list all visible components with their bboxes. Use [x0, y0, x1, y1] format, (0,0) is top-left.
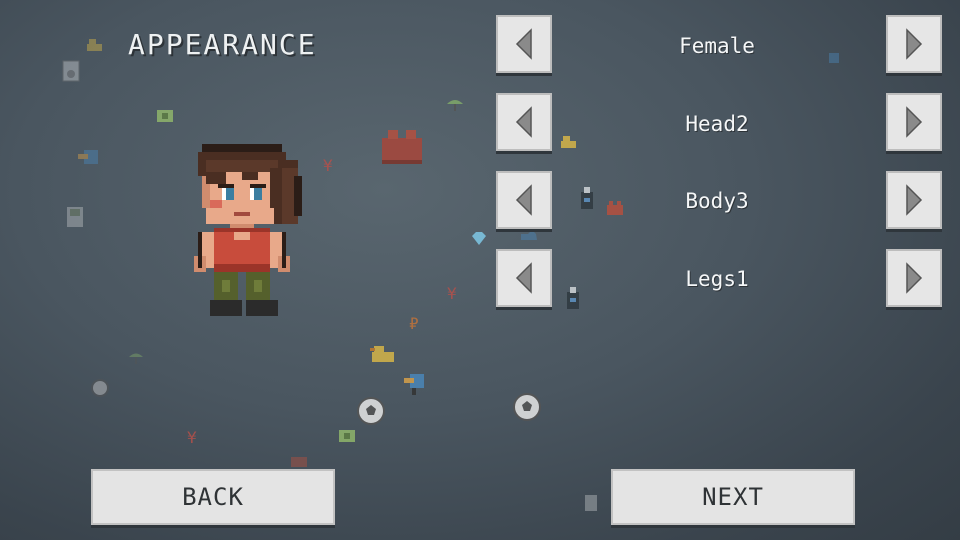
legs-next-button[interactable] — [886, 249, 942, 307]
character-avatar — [194, 144, 302, 316]
soccer-ball-icon — [513, 393, 541, 421]
back-button[interactable]: BACK — [91, 469, 335, 525]
triangle-right-icon — [906, 28, 923, 60]
ruble-sign-icon: ₽ — [409, 314, 419, 332]
page-title: APPEARANCE — [128, 28, 317, 61]
body-next-button[interactable] — [886, 171, 942, 229]
soccer-ball-icon — [91, 379, 109, 397]
diamond-icon — [472, 232, 486, 245]
svg-text:¥: ¥ — [323, 156, 333, 174]
svg-text:¥: ¥ — [447, 284, 457, 302]
lego-brick-icon — [382, 130, 422, 164]
banknote-icon — [157, 110, 173, 122]
gender-prev-button[interactable] — [496, 15, 552, 73]
ipod-icon — [62, 60, 80, 82]
yen-sign-icon: ¥ — [447, 284, 457, 302]
yen-sign-icon: ¥ — [323, 156, 333, 174]
next-button[interactable]: NEXT — [611, 469, 855, 525]
soccer-ball-icon — [357, 397, 385, 425]
triangle-right-icon — [906, 184, 923, 216]
triangle-right-icon — [906, 106, 923, 138]
head-next-button[interactable] — [886, 93, 942, 151]
head-prev-button[interactable] — [496, 93, 552, 151]
svg-text:₽: ₽ — [409, 314, 419, 332]
handheld-console-icon — [67, 207, 83, 227]
triangle-left-icon — [515, 28, 532, 60]
rubber-duck-icon — [370, 346, 394, 362]
gender-next-button[interactable] — [886, 15, 942, 73]
triangle-right-icon — [906, 262, 923, 294]
banknote-icon — [339, 430, 355, 442]
triangle-left-icon — [515, 106, 532, 138]
umbrella-icon — [129, 353, 143, 364]
body-value: Body3 — [685, 189, 749, 213]
svg-text:¥: ¥ — [187, 428, 197, 446]
lego-brick-icon — [291, 457, 307, 467]
triangle-left-icon — [515, 262, 532, 294]
bird-figure-icon — [78, 150, 98, 164]
legs-value: Legs1 — [685, 267, 749, 291]
triangle-left-icon — [515, 184, 532, 216]
head-value: Head2 — [685, 112, 749, 136]
sneaker-icon — [521, 230, 537, 240]
bird-figure-icon — [404, 374, 424, 395]
rubber-duck-icon — [87, 39, 102, 51]
gender-value: Female — [679, 34, 755, 58]
handheld-console-icon — [585, 495, 597, 511]
umbrella-icon — [447, 100, 463, 111]
legs-prev-button[interactable] — [496, 249, 552, 307]
body-prev-button[interactable] — [496, 171, 552, 229]
yen-sign-icon: ¥ — [187, 428, 197, 446]
